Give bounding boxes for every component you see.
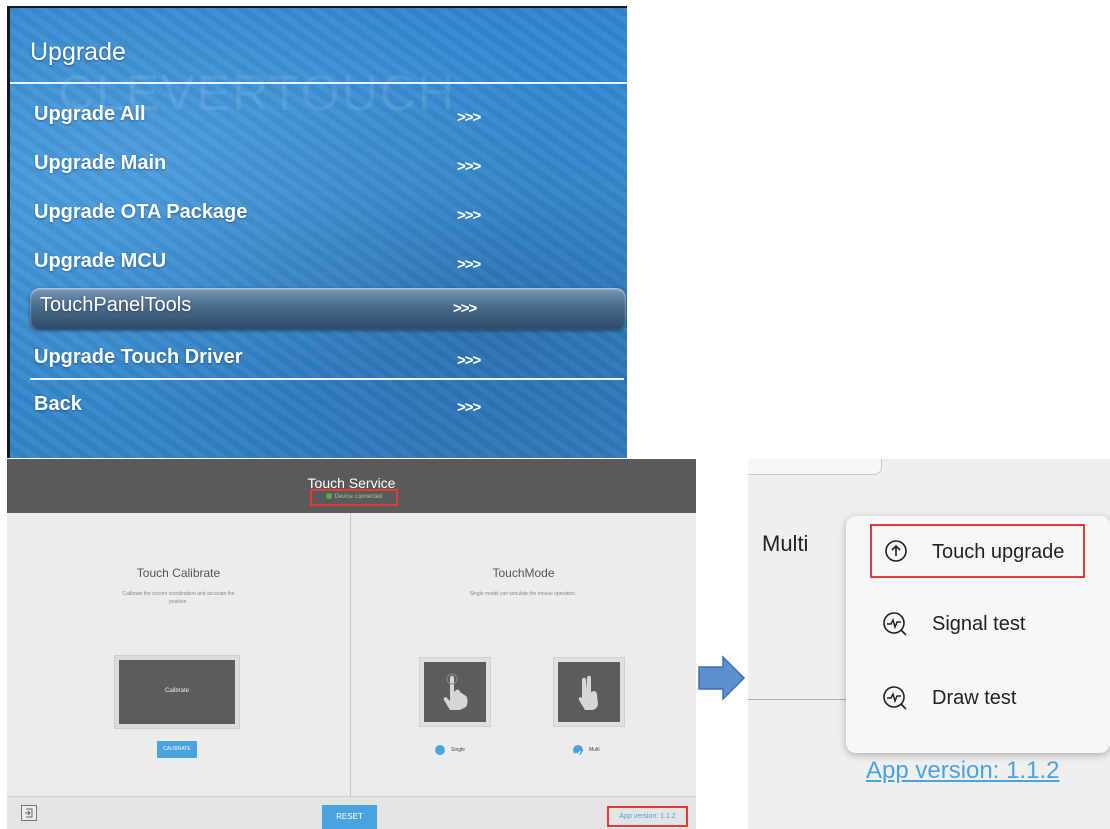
menu-item-label: Upgrade OTA Package — [34, 201, 248, 223]
single-touch-preview[interactable] — [419, 657, 491, 727]
menu-item-signal-test[interactable]: Signal test — [870, 598, 1085, 652]
calibrate-description: Calibrate the screen coordination and ac… — [122, 591, 235, 605]
touchmode-section-title: TouchMode — [492, 566, 555, 580]
menu-item-upgrade-mcu[interactable]: Upgrade MCU >>> — [34, 244, 622, 284]
menu-item-label: Upgrade Main — [34, 152, 167, 174]
multi-radio[interactable] — [573, 745, 583, 756]
single-finger-icon — [443, 673, 468, 710]
signal-wave-icon — [883, 612, 907, 636]
menu-item-label: Upgrade MCU — [34, 250, 167, 272]
menu-item-label: Upgrade All — [34, 103, 146, 125]
app-header: Touch Service Device connected — [7, 459, 696, 513]
menu-item-draw-test[interactable]: Draw test — [870, 672, 1085, 726]
menu-item-touchpaneltools[interactable]: TouchPanelTools >>> — [30, 288, 626, 330]
calibrate-preview-label: Calibrate — [164, 688, 189, 694]
app-footer: RESET App version: 1.1.2 — [7, 796, 696, 829]
single-radio[interactable] — [435, 745, 445, 755]
check-icon — [575, 750, 581, 756]
reset-button[interactable]: RESET — [322, 805, 377, 829]
multi-touch-preview[interactable] — [553, 657, 625, 727]
menu-item-label: TouchPanelTools — [40, 294, 192, 316]
connection-status-badge: Device connected — [310, 489, 398, 506]
calibrate-section-title: Touch Calibrate — [136, 566, 221, 580]
multi-finger-icon — [578, 675, 598, 710]
transition-arrow-icon — [698, 655, 746, 701]
exit-icon[interactable] — [21, 805, 37, 821]
menu-item-arrow: >>> — [457, 109, 481, 126]
single-radio-label: Single — [451, 747, 465, 753]
menu-item-label: Upgrade Touch Driver — [34, 346, 243, 368]
upload-arrow-icon — [885, 540, 907, 562]
exit-arrow-icon — [25, 808, 33, 818]
calibrate-button[interactable]: CALIBRATE — [157, 741, 197, 758]
overflow-popup-menu: Touch upgrade Signal test Draw test — [846, 516, 1110, 753]
menu-item-arrow: >>> — [453, 300, 477, 317]
menu-item-back[interactable]: Back >>> — [34, 387, 622, 427]
menu-item-arrow: >>> — [457, 207, 481, 224]
menu-item-arrow: >>> — [457, 352, 481, 369]
upgrade-menu-panel: CLEVERTOUCH Upgrade Upgrade All >>> Upgr… — [7, 6, 627, 458]
multi-radio-label: Multi — [589, 747, 600, 753]
menu-item-label: Signal test — [932, 613, 1026, 635]
app-version-link[interactable]: App version: 1.1.2 — [607, 806, 688, 827]
menu-item-upgrade-all[interactable]: Upgrade All >>> — [34, 97, 622, 137]
touch-service-window: Touch Service Device connected Touch Cal… — [7, 459, 696, 829]
menu-item-touch-upgrade[interactable]: Touch upgrade — [870, 524, 1085, 578]
menu-item-label: Back — [34, 393, 82, 415]
zoomed-menu-panel: Multi App version: 1.1.2 Touch upgrade S… — [748, 459, 1110, 829]
section-divider — [350, 513, 351, 796]
menu-item-label: Draw test — [932, 687, 1017, 709]
calibrate-preview: Calibrate — [114, 655, 240, 729]
status-dot-icon — [325, 493, 332, 499]
title-divider — [10, 82, 627, 84]
menu-item-upgrade-ota[interactable]: Upgrade OTA Package >>> — [34, 195, 622, 235]
app-version-link[interactable]: App version: 1.1.2 — [866, 757, 1059, 785]
menu-item-upgrade-touch-driver[interactable]: Upgrade Touch Driver >>> — [34, 340, 622, 380]
back-divider — [30, 378, 624, 380]
menu-item-label: Touch upgrade — [932, 541, 1065, 563]
menu-title: Upgrade — [30, 38, 126, 66]
menu-item-arrow: >>> — [457, 399, 481, 416]
tab-edge — [748, 459, 882, 475]
signal-wave-icon — [883, 686, 907, 710]
menu-item-upgrade-main[interactable]: Upgrade Main >>> — [34, 146, 622, 186]
touchmode-description: Single model can simulate the mouse oper… — [469, 591, 577, 597]
menu-item-arrow: >>> — [457, 158, 481, 175]
menu-item-arrow: >>> — [457, 256, 481, 273]
connection-status-text: Device connected — [334, 494, 383, 500]
mode-label: Multi — [762, 531, 809, 556]
